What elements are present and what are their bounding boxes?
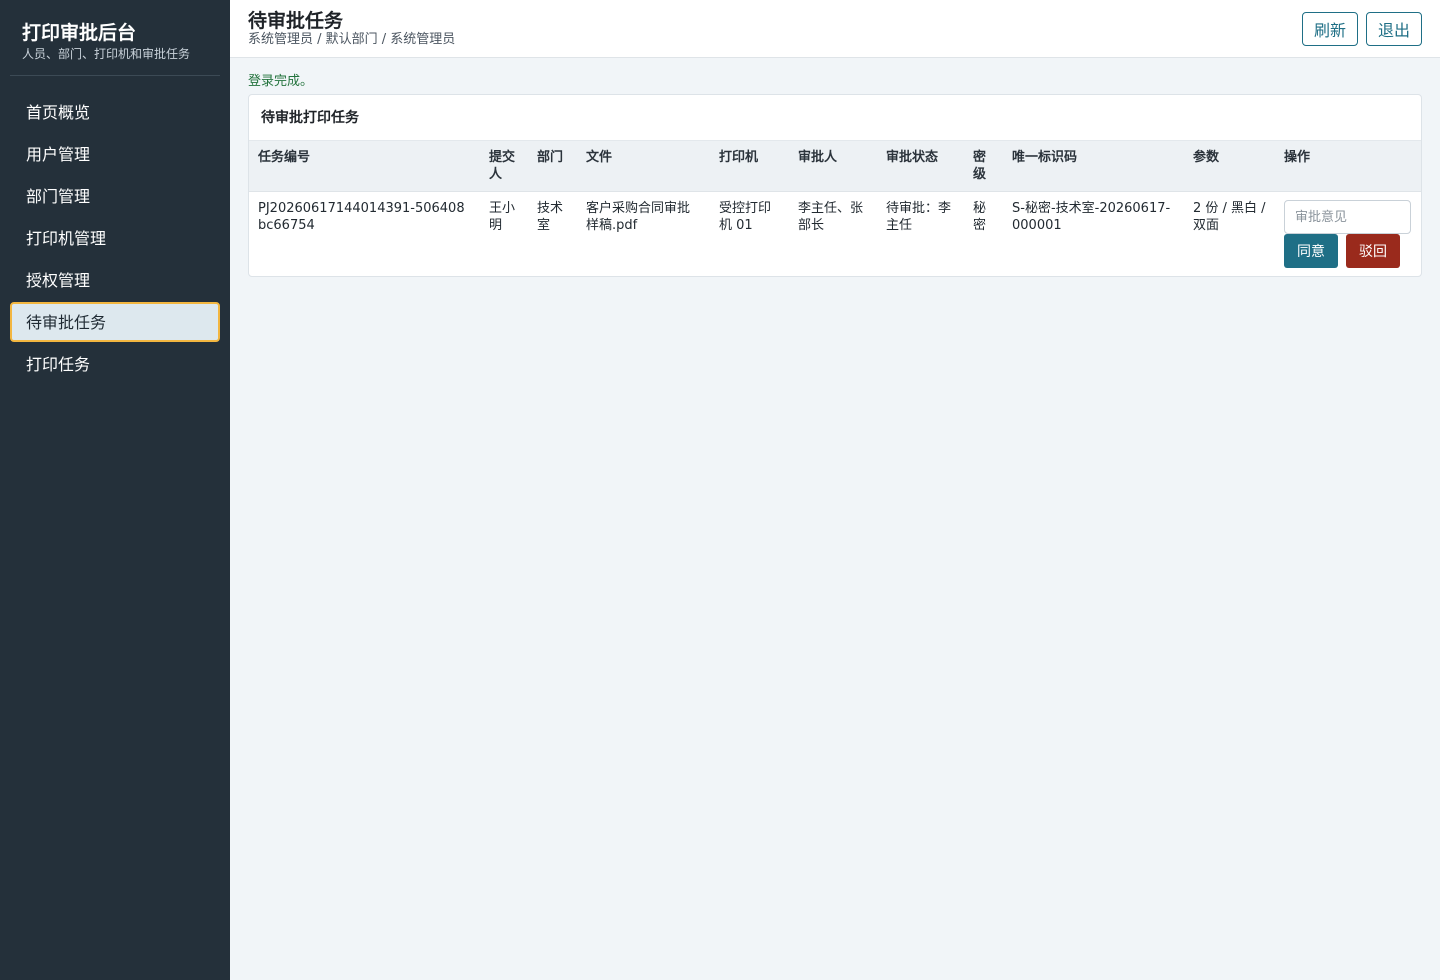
sidebar-item-authorization[interactable]: 授权管理: [10, 260, 220, 300]
content: 登录完成。 待审批打印任务 任务编号 提交人 部门 文件 打印机 审批人 审批状…: [230, 58, 1440, 277]
cell-approvers: 李主任、张部长: [798, 201, 864, 233]
brand-title: 打印审批后台: [22, 22, 137, 44]
sidebar-item-departments[interactable]: 部门管理: [10, 176, 220, 216]
sidebar: 打印审批后台 人员、部门、打印机和审批任务 首页概览 用户管理 部门管理 打印机…: [0, 0, 230, 980]
col-file: 文件: [577, 141, 710, 192]
col-unique-code: 唯一标识码: [1003, 141, 1184, 192]
sidebar-item-pending-approvals[interactable]: 待审批任务: [10, 302, 220, 342]
cell-submitter: 王小明: [489, 201, 516, 233]
cell-unique-code: S-秘密-技术室-20260617-000001: [1012, 201, 1171, 233]
cell-printer: 受控打印机 01: [719, 201, 772, 233]
top-actions: 刷新 退出: [1301, 10, 1422, 46]
sidebar-item-overview[interactable]: 首页概览: [10, 92, 220, 132]
col-classification: 密级: [964, 141, 1003, 192]
col-department: 部门: [528, 141, 577, 192]
cell-department: 技术室: [537, 201, 564, 233]
breadcrumb: 系统管理员 / 默认部门 / 系统管理员: [248, 32, 456, 47]
cell-classification: 秘密: [973, 201, 987, 233]
refresh-button[interactable]: 刷新: [1301, 12, 1358, 46]
col-printer: 打印机: [710, 141, 789, 192]
cell-status: 待审批：李主任: [886, 201, 952, 233]
sidebar-item-print-tasks[interactable]: 打印任务: [10, 344, 220, 384]
action-buttons: 同意 驳回: [1284, 234, 1414, 268]
title-block: 待审批任务 系统管理员 / 默认部门 / 系统管理员: [248, 10, 455, 48]
table-row: PJ20260617144014391-506408bc66754 王小明 技术…: [249, 192, 1421, 277]
approval-opinion-input[interactable]: [1284, 200, 1411, 234]
col-approvers: 审批人: [789, 141, 877, 192]
pending-tasks-panel: 待审批打印任务 任务编号 提交人 部门 文件 打印机 审批人 审批状态 密级 唯…: [248, 94, 1422, 277]
brand: 打印审批后台 人员、部门、打印机和审批任务: [10, 20, 220, 76]
col-params: 参数: [1184, 141, 1275, 192]
cell-file: 客户采购合同审批样稿.pdf: [586, 201, 691, 233]
page-title: 待审批任务: [248, 10, 344, 32]
col-actions: 操作: [1275, 141, 1421, 192]
sidebar-item-users[interactable]: 用户管理: [10, 134, 220, 174]
col-task-id: 任务编号: [249, 141, 480, 192]
cell-task-id: PJ20260617144014391-506408bc66754: [258, 201, 465, 233]
col-status: 审批状态: [877, 141, 964, 192]
app-root: 打印审批后台 人员、部门、打印机和审批任务 首页概览 用户管理 部门管理 打印机…: [0, 0, 1440, 980]
logout-button[interactable]: 退出: [1365, 12, 1422, 46]
main-area: 待审批任务 系统管理员 / 默认部门 / 系统管理员 刷新 退出 登录完成。 待…: [230, 0, 1440, 980]
topbar: 待审批任务 系统管理员 / 默认部门 / 系统管理员 刷新 退出: [230, 0, 1440, 58]
pending-tasks-table: 任务编号 提交人 部门 文件 打印机 审批人 审批状态 密级 唯一标识码 参数 …: [249, 141, 1421, 277]
col-submitter: 提交人: [480, 141, 528, 192]
table-header-row: 任务编号 提交人 部门 文件 打印机 审批人 审批状态 密级 唯一标识码 参数 …: [249, 141, 1421, 192]
panel-title: 待审批打印任务: [249, 95, 1421, 141]
brand-subtitle: 人员、部门、打印机和审批任务: [22, 47, 191, 61]
cell-actions: 同意 驳回: [1275, 192, 1421, 277]
reject-button[interactable]: 驳回: [1346, 234, 1400, 268]
cell-params: 2 份 / 黑白 / 双面: [1193, 201, 1266, 233]
status-message: 登录完成。: [248, 74, 314, 89]
sidebar-item-printers[interactable]: 打印机管理: [10, 218, 220, 258]
sidebar-nav: 首页概览 用户管理 部门管理 打印机管理 授权管理 待审批任务 打印任务: [10, 92, 220, 384]
approve-button[interactable]: 同意: [1284, 234, 1338, 268]
